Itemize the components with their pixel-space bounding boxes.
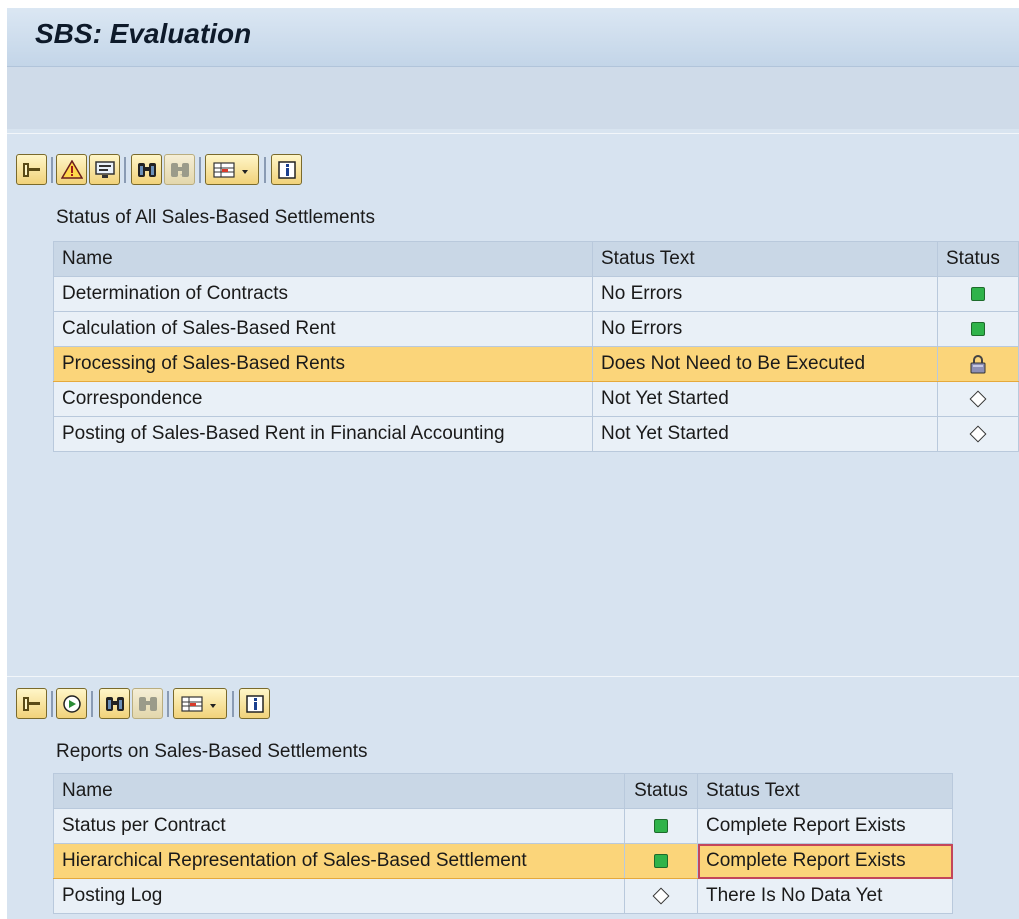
row-name[interactable]: Processing of Sales-Based Rents <box>53 346 593 382</box>
toolbar-separator <box>91 691 93 717</box>
application-toolbar <box>7 67 1019 129</box>
column-header-status-text[interactable]: Status Text <box>697 773 953 809</box>
row-name[interactable]: Posting Log <box>53 878 625 914</box>
table-row[interactable]: Status per Contract Complete Report Exis… <box>53 808 953 844</box>
green-led-icon <box>971 286 985 301</box>
title-bar: SBS: Evaluation <box>7 8 1019 67</box>
toolbar-separator <box>167 691 169 717</box>
find-next-icon[interactable]: + <box>164 154 195 185</box>
row-name[interactable]: Hierarchical Representation of Sales-Bas… <box>53 843 625 879</box>
toolbar-separator <box>264 157 266 183</box>
row-name[interactable]: Status per Contract <box>53 808 625 844</box>
table-row[interactable]: Determination of Contracts No Errors <box>53 276 1019 312</box>
green-led-icon <box>971 321 985 336</box>
toolbar-separator <box>124 157 126 183</box>
row-status-text[interactable]: Complete Report Exists <box>697 808 953 844</box>
column-header-status[interactable]: Status <box>937 241 1019 277</box>
table-row-selected[interactable]: Hierarchical Representation of Sales-Bas… <box>53 843 953 879</box>
table-row-selected[interactable]: Processing of Sales-Based Rents Does Not… <box>53 346 1019 382</box>
table-row[interactable]: Correspondence Not Yet Started <box>53 381 1019 417</box>
column-header-name[interactable]: Name <box>53 241 593 277</box>
table-row[interactable]: Posting Log There Is No Data Yet <box>53 878 953 914</box>
column-header-name[interactable]: Name <box>53 773 625 809</box>
status-cell[interactable] <box>937 311 1019 347</box>
expand-collapse-icon[interactable] <box>16 688 47 719</box>
panel-toolbar <box>7 677 1019 723</box>
section-title: Status of All Sales-Based Settlements <box>56 207 375 228</box>
status-cell[interactable] <box>624 843 698 879</box>
column-header-status[interactable]: Status <box>624 773 698 809</box>
status-cell[interactable] <box>624 808 698 844</box>
lock-icon <box>970 355 986 374</box>
display-icon[interactable] <box>89 154 120 185</box>
find-icon[interactable] <box>131 154 162 185</box>
status-cell[interactable] <box>937 276 1019 312</box>
panel-toolbar: + <box>7 134 1019 185</box>
execute-icon[interactable] <box>56 688 87 719</box>
toolbar-separator <box>51 691 53 717</box>
row-status-text[interactable]: There Is No Data Yet <box>697 878 953 914</box>
reports-table: Name Status Status Text Status per Contr… <box>53 773 953 914</box>
green-led-icon <box>654 853 668 868</box>
status-cell[interactable] <box>937 416 1019 452</box>
diamond-icon <box>969 390 987 408</box>
column-header-status-text[interactable]: Status Text <box>592 241 938 277</box>
table-row[interactable]: Calculation of Sales-Based Rent No Error… <box>53 311 1019 347</box>
row-status-text[interactable]: No Errors <box>592 276 938 312</box>
layout-icon[interactable] <box>173 688 227 719</box>
layout-icon[interactable] <box>205 154 259 185</box>
status-cell[interactable] <box>937 346 1019 382</box>
row-name[interactable]: Correspondence <box>53 381 593 417</box>
row-name[interactable]: Determination of Contracts <box>53 276 593 312</box>
page-title: SBS: Evaluation <box>35 18 252 49</box>
status-cell[interactable] <box>937 381 1019 417</box>
window: SBS: Evaluation + Status of All Sales-Ba… <box>7 8 1019 919</box>
alert-icon[interactable] <box>56 154 87 185</box>
info-icon[interactable] <box>271 154 302 185</box>
table-header-row: Name Status Text Status <box>53 241 1019 277</box>
toolbar-separator <box>199 157 201 183</box>
svg-text:+: + <box>180 170 185 180</box>
diamond-icon <box>652 887 670 905</box>
row-status-text[interactable]: Not Yet Started <box>592 381 938 417</box>
row-status-text[interactable]: Does Not Need to Be Executed <box>592 346 938 382</box>
find-icon[interactable] <box>99 688 130 719</box>
find-next-icon[interactable] <box>132 688 163 719</box>
reports-panel: Reports on Sales-Based Settlements Name … <box>7 676 1019 919</box>
row-status-text[interactable]: Not Yet Started <box>592 416 938 452</box>
table-row[interactable]: Posting of Sales-Based Rent in Financial… <box>53 416 1019 452</box>
row-name[interactable]: Calculation of Sales-Based Rent <box>53 311 593 347</box>
table-header-row: Name Status Status Text <box>53 773 953 809</box>
section-title: Reports on Sales-Based Settlements <box>56 741 368 762</box>
status-table: Name Status Text Status Determination of… <box>53 241 1019 452</box>
diamond-icon <box>969 425 987 443</box>
status-cell[interactable] <box>624 878 698 914</box>
green-led-icon <box>654 818 668 833</box>
expand-collapse-icon[interactable] <box>16 154 47 185</box>
row-status-text[interactable]: No Errors <box>592 311 938 347</box>
toolbar-separator <box>232 691 234 717</box>
toolbar-separator <box>51 157 53 183</box>
row-name[interactable]: Posting of Sales-Based Rent in Financial… <box>53 416 593 452</box>
row-status-text[interactable]: Complete Report Exists <box>697 843 953 879</box>
settlement-status-panel: + Status of All Sales-Based Settlements … <box>7 133 1019 682</box>
info-icon[interactable] <box>239 688 270 719</box>
